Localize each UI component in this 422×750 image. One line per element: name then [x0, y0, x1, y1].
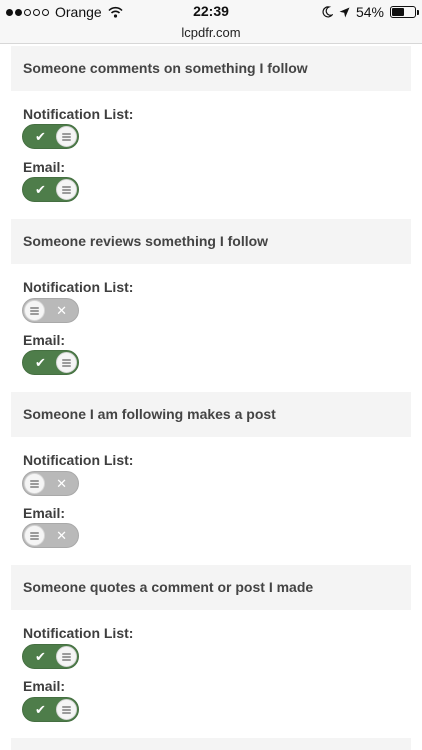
email-label: Email: — [23, 678, 66, 694]
url-bar[interactable]: lcpdfr.com — [0, 24, 422, 44]
toggle-reviews-notification[interactable]: ✕ — [22, 298, 79, 323]
location-arrow-icon — [339, 7, 350, 17]
toggle-mark-icon: ✔ — [35, 129, 46, 144]
email-label: Email: — [23, 159, 66, 175]
toggle-quotes-notification[interactable]: ✔ — [22, 644, 79, 669]
toggle-knob — [56, 126, 77, 147]
section-header-quotes: Someone quotes a comment or post I made — [11, 565, 411, 610]
status-bar: Orange 22:39 54% — [0, 0, 422, 24]
battery-percent: 54% — [355, 4, 384, 20]
next-section-header — [11, 738, 411, 750]
toggle-knob — [24, 525, 45, 546]
section-header-comments: Someone comments on something I follow — [11, 46, 411, 91]
moon-icon — [322, 6, 333, 18]
toggle-mark-icon: ✔ — [35, 355, 46, 370]
toggle-mark-icon: ✔ — [35, 182, 46, 197]
menu-lines-icon — [30, 480, 39, 488]
toggle-knob — [56, 699, 77, 720]
toggle-reviews-email[interactable]: ✔ — [22, 350, 79, 375]
toggle-comments-email[interactable]: ✔ — [22, 177, 79, 202]
email-label: Email: — [23, 505, 66, 521]
toggle-following-notification[interactable]: ✕ — [22, 471, 79, 496]
menu-lines-icon — [62, 706, 71, 714]
url-text: lcpdfr.com — [181, 25, 241, 40]
battery-fill — [392, 8, 404, 16]
notification-list-label: Notification List: — [23, 106, 134, 122]
toggle-quotes-email[interactable]: ✔ — [22, 697, 79, 722]
toggle-knob — [56, 179, 77, 200]
notification-list-label: Notification List: — [23, 279, 134, 295]
status-right: 54% — [322, 4, 419, 20]
toggle-knob — [56, 352, 77, 373]
toggle-knob — [24, 473, 45, 494]
menu-lines-icon — [30, 532, 39, 540]
toggle-knob — [56, 646, 77, 667]
notification-list-label: Notification List: — [23, 452, 134, 468]
battery-icon — [390, 6, 419, 18]
toggle-mark-icon: ✔ — [35, 702, 46, 717]
menu-lines-icon — [62, 186, 71, 194]
notification-list-label: Notification List: — [23, 625, 134, 641]
menu-lines-icon — [30, 307, 39, 315]
section-header-following-post: Someone I am following makes a post — [11, 392, 411, 437]
toggle-comments-notification[interactable]: ✔ — [22, 124, 79, 149]
toggle-mark-icon: ✕ — [56, 476, 67, 491]
toggle-following-email[interactable]: ✕ — [22, 523, 79, 548]
email-label: Email: — [23, 332, 66, 348]
toggle-mark-icon: ✕ — [56, 528, 67, 543]
menu-lines-icon — [62, 653, 71, 661]
section-header-reviews: Someone reviews something I follow — [11, 219, 411, 264]
menu-lines-icon — [62, 359, 71, 367]
toggle-mark-icon: ✕ — [56, 303, 67, 318]
menu-lines-icon — [62, 133, 71, 141]
toggle-knob — [24, 300, 45, 321]
toggle-mark-icon: ✔ — [35, 649, 46, 664]
